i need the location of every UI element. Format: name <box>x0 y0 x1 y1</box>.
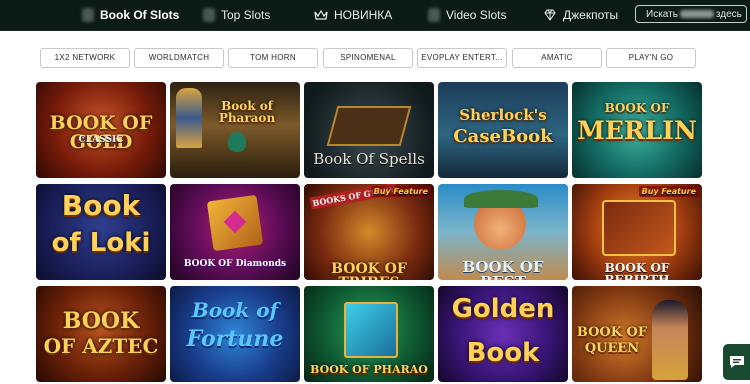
game-title: BOOK OF <box>604 101 670 115</box>
game-subtitle: CLASSIC <box>78 135 124 145</box>
provider-1x2-network[interactable]: 1X2 NETWORK <box>40 48 130 68</box>
buy-feature-badge: Buy Feature <box>638 186 699 197</box>
slot-icon <box>428 8 440 22</box>
game-tile-book-of-rest[interactable]: BOOK OF REST <box>438 184 568 280</box>
book-image <box>344 302 398 358</box>
nav-jackpots[interactable]: Джекпоты <box>543 0 618 30</box>
game-tile-golden-book[interactable]: Golden Book <box>438 286 568 382</box>
game-tile-book-of-gold[interactable]: BOOK OF GOLD CLASSIC <box>36 82 166 178</box>
game-subtitle: CaseBook <box>453 126 553 147</box>
game-subtitle: Book <box>466 338 540 368</box>
game-tile-book-of-spells[interactable]: Book Of Spells <box>304 82 434 178</box>
provider-worldmatch[interactable]: WORLDMATCH <box>134 48 224 68</box>
game-tile-book-of-loki[interactable]: Book of Loki <box>36 184 166 280</box>
nav-top-slots[interactable]: Top Slots <box>203 0 270 30</box>
game-title: BOOK OF PHARAO <box>310 363 428 376</box>
game-subtitle: Fortune <box>186 326 284 352</box>
buy-feature-badge: Buy Feature <box>370 186 431 197</box>
game-subtitle: OF AZTEC <box>43 334 159 358</box>
nav-label: Top Slots <box>221 8 271 22</box>
provider-spinomenal[interactable]: SPINOMENAL <box>323 48 413 68</box>
game-title: BOOK OF TRIBES <box>331 261 407 280</box>
book-image <box>602 200 676 256</box>
search-placeholder-end: здесь <box>715 9 742 20</box>
provider-tom-horn[interactable]: TOM HORN <box>228 48 318 68</box>
game-tile-book-of-tribes[interactable]: BOOKS OF GLORY Buy Feature BOOK OF TRIBE… <box>304 184 434 280</box>
provider-playngo[interactable]: PLAY'N GO <box>606 48 696 68</box>
crown-icon <box>314 9 328 20</box>
queen-image <box>652 300 688 380</box>
nav-label: Джекпоты <box>563 8 619 22</box>
game-title: BOOK OF REBIRTH <box>604 261 670 280</box>
nav-label: Book Of Slots <box>100 8 180 22</box>
game-title: Sherlock's <box>459 106 547 124</box>
game-tile-book-of-queen[interactable]: BOOK OF QUEEN <box>572 286 702 382</box>
game-tile-book-of-pharao[interactable]: BOOK OF PHARAO <box>304 286 434 382</box>
nav-video-slots[interactable]: Video Slots <box>428 0 507 30</box>
hat-image <box>464 190 538 208</box>
game-subtitle: of Loki <box>51 228 151 258</box>
game-subtitle: QUEEN <box>584 341 640 356</box>
spellbook-image <box>326 106 412 146</box>
search-placeholder-start: Искать <box>646 9 678 20</box>
game-title: Book of Pharaon <box>218 99 276 125</box>
chat-icon <box>729 356 744 368</box>
top-nav-bar: Book Of Slots Top Slots НОВИНКА Video Sl… <box>0 0 750 31</box>
game-tile-book-of-fortune[interactable]: Book of Fortune <box>170 286 300 382</box>
nav-label: НОВИНКА <box>334 8 393 22</box>
game-title: BOOK OF GOLD <box>49 112 153 153</box>
diamond-icon <box>544 9 556 21</box>
book-icon <box>82 8 94 22</box>
game-subtitle: MERLIN <box>577 116 697 145</box>
game-tile-book-of-aztec[interactable]: BOOK OF AZTEC <box>36 286 166 382</box>
provider-amatic[interactable]: AMATIC <box>512 48 602 68</box>
search-input[interactable]: Искать здесь <box>635 5 747 23</box>
game-title: BOOK OF REST <box>462 258 544 281</box>
game-tile-sherlocks-casebook[interactable]: Sherlock's CaseBook <box>438 82 568 178</box>
game-title: BOOK OF Diamonds <box>183 259 287 269</box>
game-title: Book Of Spells <box>313 150 425 168</box>
game-title: Golden <box>451 294 555 324</box>
game-tile-book-of-merlin[interactable]: BOOK OF MERLIN <box>572 82 702 178</box>
nav-label: Video Slots <box>446 8 507 22</box>
number-seven-icon <box>203 8 215 22</box>
game-tile-book-of-pharaon[interactable]: Book of Pharaon <box>170 82 300 178</box>
nav-new[interactable]: НОВИНКА <box>314 0 392 30</box>
blurred-text <box>679 10 714 19</box>
nav-book-of-slots[interactable]: Book Of Slots <box>82 0 179 30</box>
provider-evoplay[interactable]: EVOPLAY ENTERT... <box>417 48 507 68</box>
game-title: Book <box>61 189 141 222</box>
game-title: BOOK OF <box>576 325 648 340</box>
game-tile-book-of-rebirth[interactable]: Buy Feature BOOK OF REBIRTH <box>572 184 702 280</box>
game-title: BOOK <box>62 308 140 334</box>
scarab-image <box>228 132 246 152</box>
game-title: Book of <box>191 298 279 322</box>
game-tile-book-of-diamonds[interactable]: BOOK OF Diamonds <box>170 184 300 280</box>
chat-button[interactable] <box>723 344 750 380</box>
